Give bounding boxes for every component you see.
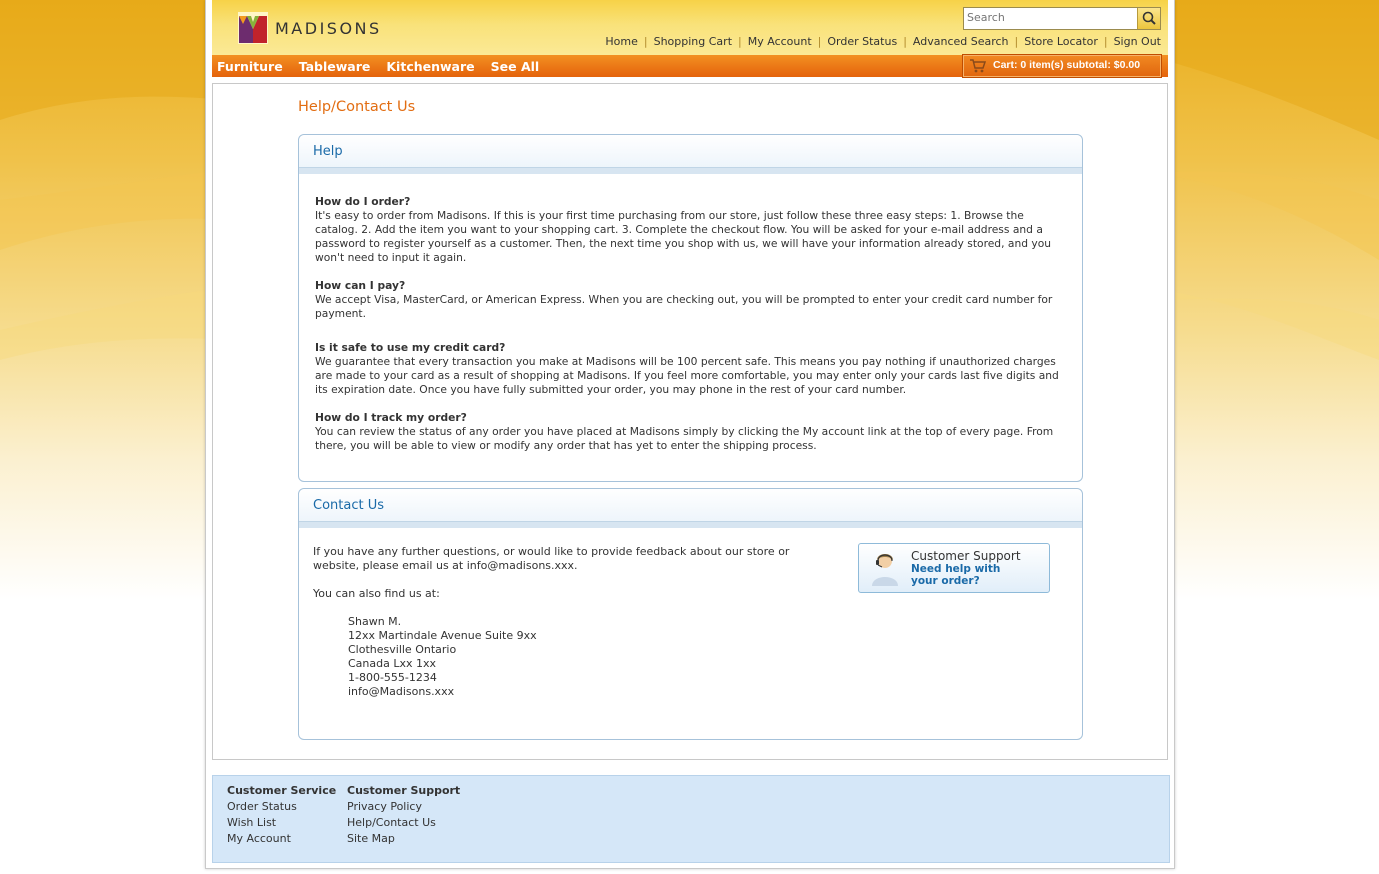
footer-column-customer-service: Customer Service Order Status Wish List … bbox=[227, 783, 336, 847]
footer-link-my-account[interactable]: My Account bbox=[227, 831, 336, 847]
nav-furniture[interactable]: Furniture bbox=[217, 59, 283, 74]
link-separator: | bbox=[738, 35, 742, 48]
search-icon bbox=[1142, 11, 1156, 25]
footer-heading: Customer Service bbox=[227, 784, 337, 797]
top-link-shopping-cart[interactable]: Shopping Cart bbox=[654, 35, 732, 48]
category-nav: Furniture Tableware Kitchenware See All … bbox=[212, 54, 1168, 78]
faq-list: How do I order? It's easy to order from … bbox=[315, 195, 1065, 453]
main-content: Help/Contact Us Help How do I order? It'… bbox=[212, 83, 1168, 760]
top-link-home[interactable]: Home bbox=[605, 35, 637, 48]
help-panel-header: Help bbox=[299, 135, 1082, 168]
brand-logo[interactable]: MADISONS bbox=[238, 12, 382, 44]
contact-panel: Contact Us If you have any further quest… bbox=[298, 488, 1083, 740]
top-link-sign-out[interactable]: Sign Out bbox=[1114, 35, 1161, 48]
support-agent-icon bbox=[872, 554, 898, 586]
top-link-store-locator[interactable]: Store Locator bbox=[1024, 35, 1098, 48]
faq-answer: We guarantee that every transaction you … bbox=[315, 355, 1059, 396]
contact-address: Shawn M. 12xx Martindale Avenue Suite 9x… bbox=[348, 615, 803, 699]
contact-find-us: You can also find us at: bbox=[313, 587, 440, 600]
faq-answer: It's easy to order from Madisons. If thi… bbox=[315, 209, 1052, 264]
support-subtitle-link[interactable]: Need help with your order? bbox=[911, 563, 1021, 587]
faq-question: How do I track my order? bbox=[315, 411, 467, 424]
contact-panel-header: Contact Us bbox=[299, 489, 1082, 522]
help-panel-title: Help bbox=[313, 144, 343, 159]
search-box bbox=[963, 7, 1161, 30]
footer-link-site-map[interactable]: Site Map bbox=[347, 831, 460, 847]
faq-answer: We accept Visa, MasterCard, or American … bbox=[315, 293, 1053, 320]
link-separator: | bbox=[817, 35, 822, 48]
faq-question: Is it safe to use my credit card? bbox=[315, 341, 506, 354]
faq-answer: You can review the status of any order y… bbox=[315, 425, 1054, 452]
link-separator: | bbox=[643, 35, 648, 48]
contact-intro: If you have any further questions, or wo… bbox=[313, 545, 790, 572]
panel-divider bbox=[299, 522, 1082, 528]
faq-item: Is it safe to use my credit card? We gua… bbox=[315, 341, 1065, 397]
shopping-cart-icon bbox=[970, 59, 987, 73]
nav-kitchenware[interactable]: Kitchenware bbox=[386, 59, 474, 74]
page-title: Help/Contact Us bbox=[298, 99, 416, 115]
link-separator: | bbox=[1103, 35, 1108, 48]
contact-info: If you have any further questions, or wo… bbox=[313, 545, 803, 699]
faq-item: How do I order? It's easy to order from … bbox=[315, 195, 1065, 265]
help-panel: Help How do I order? It's easy to order … bbox=[298, 134, 1083, 482]
faq-question: How can I pay? bbox=[315, 279, 406, 292]
footer: Customer Service Order Status Wish List … bbox=[212, 775, 1170, 863]
address-city: Clothesville Ontario bbox=[348, 643, 457, 656]
page-container: MADISONS Home | Shopping Cart | My Account… bbox=[205, 0, 1175, 869]
footer-link-wish-list[interactable]: Wish List bbox=[227, 815, 336, 831]
faq-item: How do I track my order? You can review … bbox=[315, 411, 1065, 453]
header: MADISONS Home | Shopping Cart | My Account… bbox=[212, 0, 1168, 55]
mini-cart-button[interactable]: Cart: 0 item(s) subtotal: $0.00 bbox=[962, 54, 1162, 78]
search-button[interactable] bbox=[1137, 8, 1160, 29]
support-title: Customer Support bbox=[911, 549, 1021, 563]
address-email: info@Madisons.xxx bbox=[348, 685, 455, 698]
nav-tableware[interactable]: Tableware bbox=[299, 59, 371, 74]
top-link-advanced-search[interactable]: Advanced Search bbox=[913, 35, 1009, 48]
address-country: Canada Lxx 1xx bbox=[348, 657, 437, 670]
footer-column-customer-support: Customer Support Privacy Policy Help/Con… bbox=[347, 783, 460, 847]
top-links: Home | Shopping Cart | My Account | Order S… bbox=[605, 35, 1161, 48]
contact-panel-title: Contact Us bbox=[313, 498, 384, 513]
top-link-order-status[interactable]: Order Status bbox=[827, 35, 897, 48]
panel-divider bbox=[299, 168, 1082, 174]
top-link-my-account[interactable]: My Account bbox=[748, 35, 812, 48]
faq-question: How do I order? bbox=[315, 195, 411, 208]
link-separator: | bbox=[903, 35, 907, 48]
link-separator: | bbox=[1014, 35, 1019, 48]
cart-summary: Cart: 0 item(s) subtotal: $0.00 bbox=[993, 59, 1141, 71]
brand-name: MADISONS bbox=[275, 18, 382, 38]
address-phone: 1-800-555-1234 bbox=[348, 671, 437, 684]
madisons-logo-icon bbox=[238, 12, 268, 44]
footer-heading: Customer Support bbox=[347, 784, 461, 797]
nav-see-all[interactable]: See All bbox=[491, 59, 540, 74]
footer-link-order-status[interactable]: Order Status bbox=[227, 799, 336, 815]
search-input[interactable] bbox=[967, 10, 1132, 25]
customer-support-widget[interactable]: Customer Support Need help with your ord… bbox=[858, 543, 1050, 593]
faq-item: How can I pay? We accept Visa, MasterCar… bbox=[315, 279, 1065, 321]
footer-link-privacy-policy[interactable]: Privacy Policy bbox=[347, 799, 460, 815]
footer-link-help-contact[interactable]: Help/Contact Us bbox=[347, 815, 460, 831]
address-street: 12xx Martindale Avenue Suite 9xx bbox=[348, 629, 537, 642]
address-name: Shawn M. bbox=[348, 615, 402, 628]
